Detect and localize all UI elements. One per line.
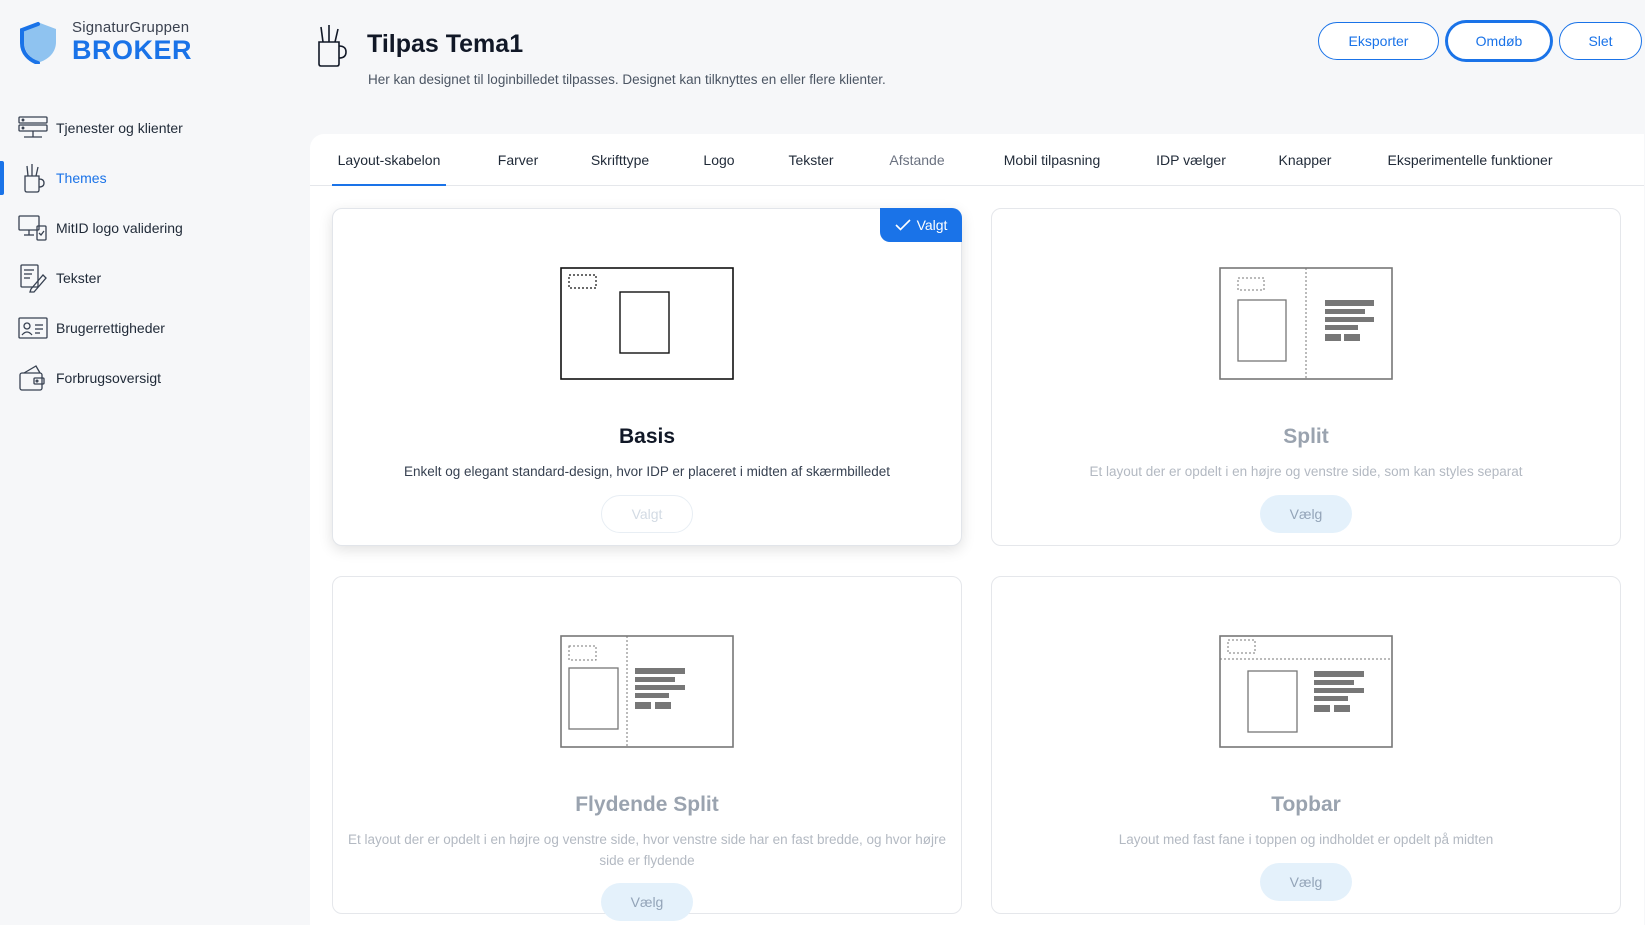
page-title: Tilpas Tema1 [367,30,524,58]
card-description: Et layout der er opdelt i en højre og ve… [347,832,947,868]
sidebar-item-tjenester[interactable]: Tjenester og klienter [0,103,300,153]
sidebar-item-label: Forbrugsoversigt [56,370,162,386]
sidebar-item-tekster[interactable]: Tekster [0,253,300,303]
server-icon [18,113,48,143]
layout-card-split[interactable]: Split Et layout der er opdelt i en højre… [991,208,1621,546]
card-title: Flydende Split [575,793,719,816]
sidebar-item-brugerrettigheder[interactable]: Brugerrettigheder [0,303,300,353]
sidebar: SignaturGruppen BROKER Tjenester og klie… [0,0,300,925]
tab-logo[interactable]: Logo [697,134,741,186]
theme-editor-panel: Layout-skabelon Farver Skrifttype Logo T… [310,134,1644,925]
sidebar-item-mitid[interactable]: MitID logo validering [0,203,300,253]
delete-button[interactable]: Slet [1559,22,1642,60]
brush-cup-icon [313,24,349,73]
export-button[interactable]: Eksporter [1318,22,1439,60]
sidebar-item-themes[interactable]: Themes [0,153,300,203]
page-subtitle: Her kan designet til loginbilledet tilpa… [368,72,886,87]
tab-eksperimentelle-funktioner[interactable]: Eksperimentelle funktioner [1381,134,1559,186]
card-title: Topbar [1271,793,1341,816]
sidebar-nav: Tjenester og klienter Themes MitID logo … [0,103,300,403]
select-button[interactable]: Vælg [601,883,693,921]
layout-card-flydende-split[interactable]: Flydende Split Et layout der er opdelt i… [332,576,962,921]
shield-logo-icon [20,22,56,64]
tab-mobil-tilpasning[interactable]: Mobil tilpasning [996,134,1108,186]
tab-tekster[interactable]: Tekster [782,134,840,186]
sidebar-item-label: Tjenester og klienter [56,120,183,136]
sidebar-item-label: Tekster [56,270,102,286]
layout-card-topbar[interactable]: Topbar Layout med fast fane i toppen og … [991,576,1621,914]
card-title: Split [1283,425,1329,448]
user-card-icon [18,313,48,343]
sidebar-item-label: MitID logo validering [56,220,183,236]
brand-logo[interactable]: SignaturGruppen BROKER [18,20,192,64]
card-description: Layout med fast fane i toppen og indhold… [1118,832,1494,847]
tab-skrifttype[interactable]: Skrifttype [584,134,656,186]
brand-name-big: BROKER [72,35,193,65]
select-button[interactable]: Vælg [1260,495,1352,533]
card-title: Basis [618,425,676,448]
tab-afstande[interactable]: Afstande [882,134,952,186]
brand-name-small: SignaturGruppen [72,19,190,36]
sidebar-item-label: Themes [56,170,107,186]
tab-layout-skabelon[interactable]: Layout-skabelon [332,134,446,186]
layout-topbar-preview [1219,635,1393,748]
selected-badge: Valgt [880,208,962,242]
monitor-check-icon [18,213,48,243]
tab-knapper[interactable]: Knapper [1272,134,1338,186]
tab-bar: Layout-skabelon Farver Skrifttype Logo T… [332,134,1559,186]
selected-button[interactable]: Valgt [601,495,693,533]
layout-card-basis[interactable]: Valgt Basis Enkelt og elegant standard-d… [332,208,962,546]
tab-farver[interactable]: Farver [493,134,543,186]
rename-button[interactable]: Omdøb [1447,22,1551,60]
sidebar-item-forbrugsoversigt[interactable]: Forbrugsoversigt [0,353,300,403]
brush-cup-icon [18,163,48,193]
card-description: Enkelt og elegant standard-design, hvor … [403,464,890,479]
wallet-icon [18,363,48,393]
layout-floating-split-preview [560,635,734,748]
layout-split-preview [1219,267,1393,380]
edit-document-icon [18,263,48,293]
layout-basis-preview [560,267,734,380]
card-description: Et layout der er opdelt i en højre og ve… [1089,464,1523,479]
header-actions: Eksporter Omdøb Slet [1318,22,1642,60]
badge-label: Valgt [916,217,948,233]
checkmark-icon [894,219,911,231]
select-button[interactable]: Vælg [1260,863,1352,901]
sidebar-item-label: Brugerrettigheder [56,320,165,336]
tab-idp-vaelger[interactable]: IDP vælger [1150,134,1232,186]
